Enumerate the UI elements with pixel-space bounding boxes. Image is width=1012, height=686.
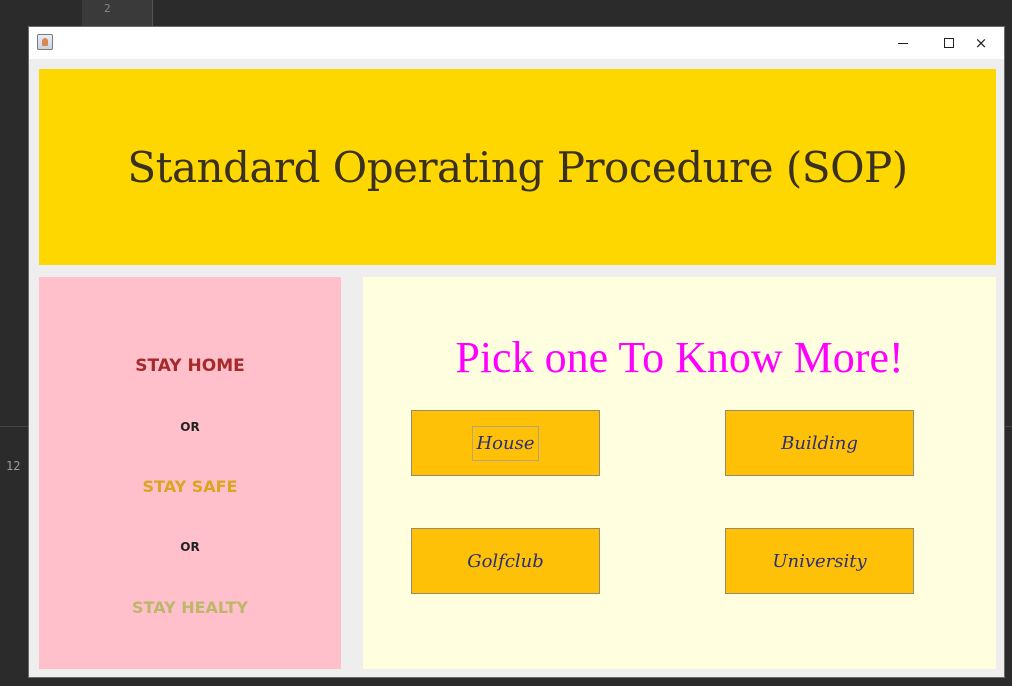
golfclub-button[interactable]: Golfclub <box>411 528 600 594</box>
pick-title: Pick one To Know More! <box>455 333 904 382</box>
ide-tab-label: 2 <box>104 2 111 15</box>
building-button[interactable]: Building <box>725 410 914 476</box>
or-label-1: OR <box>180 420 200 434</box>
or-label-2: OR <box>180 540 200 554</box>
title-bar[interactable]: × <box>29 27 1004 59</box>
stay-home-label: STAY HOME <box>135 356 245 376</box>
maximize-icon <box>944 38 954 48</box>
app-window: × Standard Operating Procedure (SOP) STA… <box>28 26 1005 678</box>
university-button[interactable]: University <box>725 528 914 594</box>
university-label: University <box>772 550 867 572</box>
golfclub-label: Golfclub <box>467 550 544 572</box>
minimize-button[interactable] <box>880 27 926 59</box>
close-icon: × <box>974 34 988 52</box>
house-label: House <box>472 425 539 461</box>
minimize-icon <box>898 42 908 44</box>
ide-tab[interactable]: 2 <box>82 0 153 26</box>
stay-safe-label: STAY SAFE <box>142 477 238 496</box>
ide-line-number: 12 <box>6 459 21 473</box>
house-button[interactable]: House <box>411 410 600 476</box>
page-title: Standard Operating Procedure (SOP) <box>127 143 908 192</box>
java-cup-icon[interactable] <box>37 34 53 50</box>
slogan-panel: STAY HOME OR STAY SAFE OR STAY HEALTY <box>39 277 341 669</box>
choice-panel: Pick one To Know More! House Building Go… <box>363 277 996 669</box>
header-panel: Standard Operating Procedure (SOP) <box>39 69 996 265</box>
building-label: Building <box>781 432 858 454</box>
stay-healty-label: STAY HEALTY <box>132 598 248 617</box>
close-button[interactable]: × <box>958 27 1004 59</box>
